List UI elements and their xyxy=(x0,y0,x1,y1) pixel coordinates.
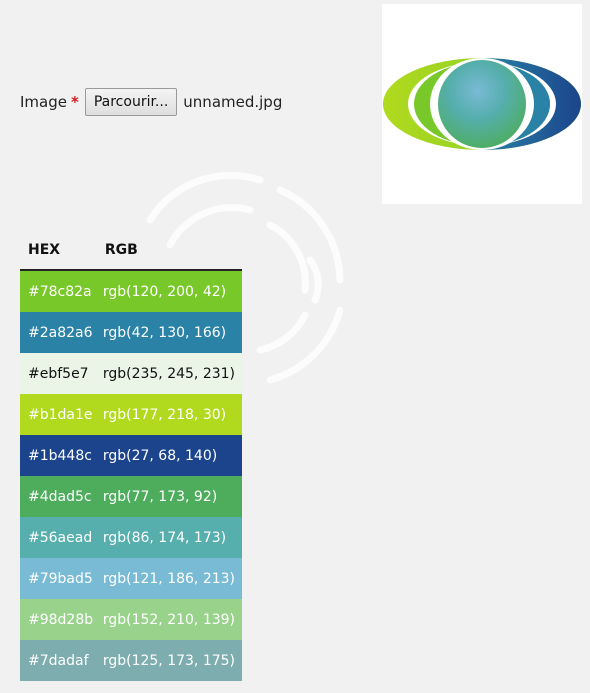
table-row: #2a82a6 rgb(42, 130, 166) xyxy=(20,312,242,353)
table-row: #b1da1e rgb(177, 218, 30) xyxy=(20,394,242,435)
hex-cell: #2a82a6 xyxy=(28,324,93,341)
hex-cell: #b1da1e xyxy=(28,406,93,423)
rgb-cell: rgb(27, 68, 140) xyxy=(102,447,218,464)
table-row: #78c82a rgb(120, 200, 42) xyxy=(20,270,242,312)
image-upload-row: Image * Parcourir... unnamed.jpg xyxy=(20,88,282,116)
hex-cell: #4dad5c xyxy=(28,488,92,505)
table-row: #56aead rgb(86, 174, 173) xyxy=(20,517,242,558)
table-row: #4dad5c rgb(77, 173, 92) xyxy=(20,476,242,517)
hex-cell: #78c82a xyxy=(28,283,92,300)
palette-body: #78c82a rgb(120, 200, 42) #2a82a6 rgb(42, 1… xyxy=(20,270,242,681)
hex-cell: #79bad5 xyxy=(28,570,93,587)
rgb-cell: rgb(177, 218, 30) xyxy=(102,406,227,423)
table-row: #79bad5 rgb(121, 186, 213) xyxy=(20,558,242,599)
image-preview xyxy=(382,4,582,204)
hex-cell: #ebf5e7 xyxy=(28,365,89,382)
rgb-cell: rgb(120, 200, 42) xyxy=(102,283,227,300)
rgb-cell: rgb(121, 186, 213) xyxy=(102,570,236,587)
rgb-cell: rgb(77, 173, 92) xyxy=(102,488,218,505)
hex-cell: #56aead xyxy=(28,529,93,546)
hex-cell: #1b448c xyxy=(28,447,92,464)
required-asterisk: * xyxy=(70,93,79,111)
table-row: #ebf5e7 rgb(235, 245, 231) xyxy=(20,353,242,394)
rgb-cell: rgb(235, 245, 231) xyxy=(102,365,236,382)
table-row: #1b448c rgb(27, 68, 140) xyxy=(20,435,242,476)
rgb-cell: rgb(86, 174, 173) xyxy=(102,529,227,546)
header-rgb: RGB xyxy=(96,231,242,271)
header-hex: HEX xyxy=(20,231,97,271)
rgb-cell: rgb(125, 173, 175) xyxy=(102,652,236,669)
hex-cell: #98d28b xyxy=(28,611,94,628)
rgb-cell: rgb(152, 210, 139) xyxy=(102,611,236,628)
rgb-cell: rgb(42, 130, 166) xyxy=(102,324,227,341)
selected-filename: unnamed.jpg xyxy=(183,93,283,111)
browse-button[interactable]: Parcourir... xyxy=(84,88,178,116)
table-header-row: HEX RGB xyxy=(20,231,242,271)
color-palette-table: HEX RGB #78c82a rgb(120, 200, 42) #2a82a6 r… xyxy=(20,231,242,681)
hex-cell: #7dadaf xyxy=(28,652,89,669)
table-row: #7dadaf rgb(125, 173, 175) xyxy=(20,640,242,681)
uploaded-image-logo xyxy=(383,58,581,150)
table-row: #98d28b rgb(152, 210, 139) xyxy=(20,599,242,640)
image-label: Image xyxy=(20,93,67,111)
